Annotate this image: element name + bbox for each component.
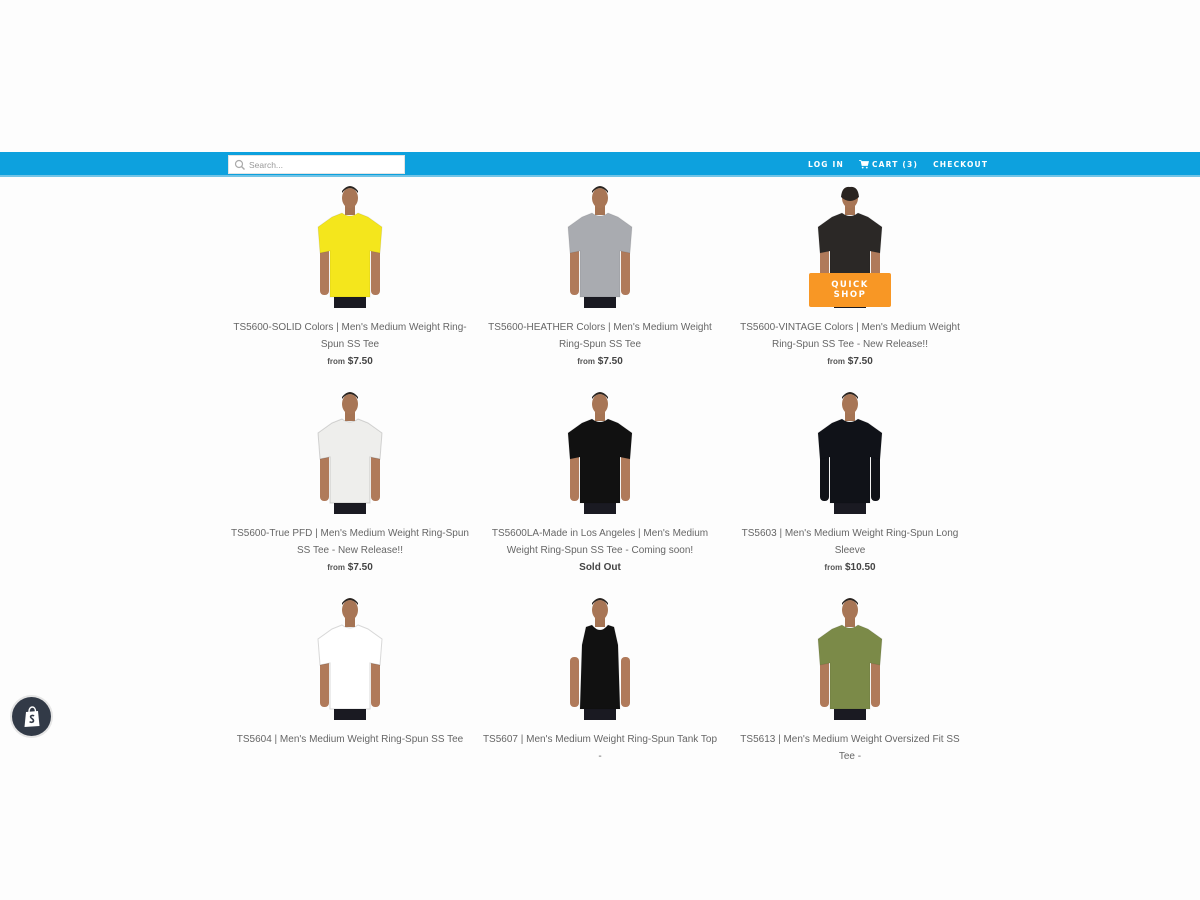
price-value: $7.50 [847,356,873,367]
shopify-bag-icon [24,705,39,727]
search-icon [234,159,245,170]
product-price: from $7.50 [725,353,975,370]
product-title[interactable]: TS5600-VINTAGE Colors | Men's Medium Wei… [731,319,969,353]
product-card[interactable]: TS5604 | Men's Medium Weight Ring-Spun S… [225,590,475,796]
login-link[interactable]: LOG IN [808,160,844,169]
product-card[interactable]: TS5600LA-Made in Los Angeles | Men's Med… [475,384,725,590]
product-grid: TS5600-SOLID Colors | Men's Medium Weigh… [225,178,975,796]
checkout-link[interactable]: CHECKOUT [933,160,988,169]
product-image[interactable] [290,183,410,308]
price-prefix: from [824,563,843,572]
product-image[interactable] [290,595,410,720]
product-title[interactable]: TS5600LA-Made in Los Angeles | Men's Med… [481,525,719,559]
product-title[interactable]: TS5600-SOLID Colors | Men's Medium Weigh… [231,319,469,353]
product-title[interactable]: TS5600-HEATHER Colors | Men's Medium Wei… [481,319,719,353]
product-image[interactable] [290,389,410,514]
product-card[interactable]: TS5600-SOLID Colors | Men's Medium Weigh… [225,178,475,384]
model-photo [317,186,383,308]
product-card[interactable]: TS5607 | Men's Medium Weight Ring-Spun T… [475,590,725,796]
product-card[interactable]: TS5600-HEATHER Colors | Men's Medium Wei… [475,178,725,384]
price-value: $7.50 [597,356,623,367]
cart-icon [858,160,869,169]
product-card[interactable]: TS5600-True PFD | Men's Medium Weight Ri… [225,384,475,590]
price-value: $10.50 [844,562,876,573]
product-price: from $7.50 [475,353,725,370]
price-prefix: from [577,357,595,366]
price-prefix: from [327,563,345,572]
product-price: from $10.50 [725,559,975,576]
product-price: from $7.50 [225,559,475,576]
price-prefix: from [827,357,845,366]
product-image[interactable] [540,183,660,308]
product-card[interactable]: TS5603 | Men's Medium Weight Ring-Spun L… [725,384,975,590]
cart-label: CART (3) [871,160,919,169]
price-value: Sold Out [579,562,621,573]
product-title[interactable]: TS5604 | Men's Medium Weight Ring-Spun S… [231,731,469,748]
product-title[interactable]: TS5600-True PFD | Men's Medium Weight Ri… [231,525,469,559]
product-title[interactable]: TS5603 | Men's Medium Weight Ring-Spun L… [731,525,969,559]
search-box[interactable] [228,155,405,174]
quick-shop-button[interactable]: QUICK SHOP [809,273,891,307]
product-card[interactable]: TS5600-VINTAGE Colors | Men's Medium Wei… [725,178,975,384]
product-image[interactable] [540,595,660,720]
product-image[interactable] [790,389,910,514]
shopify-badge[interactable] [12,697,51,736]
model-photo [817,598,883,720]
price-value: $7.50 [347,356,373,367]
model-photo [317,598,383,720]
model-photo [817,392,883,514]
product-title[interactable]: TS5607 | Men's Medium Weight Ring-Spun T… [481,731,719,765]
model-photo [317,392,383,514]
product-image[interactable] [790,595,910,720]
price-prefix: from [327,357,345,366]
product-image[interactable] [540,389,660,514]
product-price: from $7.50 [225,353,475,370]
price-value: $7.50 [347,562,373,573]
model-photo [570,598,630,720]
cart-link[interactable]: CART (3) [858,160,919,169]
product-price: Sold Out [475,559,725,576]
model-photo [567,186,633,308]
top-navigation-bar: LOG IN CART (3) CHECKOUT [0,152,1200,177]
product-card[interactable]: TS5613 | Men's Medium Weight Oversized F… [725,590,975,796]
header-nav: LOG IN CART (3) CHECKOUT [808,152,988,177]
search-input[interactable] [249,159,399,170]
product-title[interactable]: TS5613 | Men's Medium Weight Oversized F… [731,731,969,765]
model-photo [567,392,633,514]
